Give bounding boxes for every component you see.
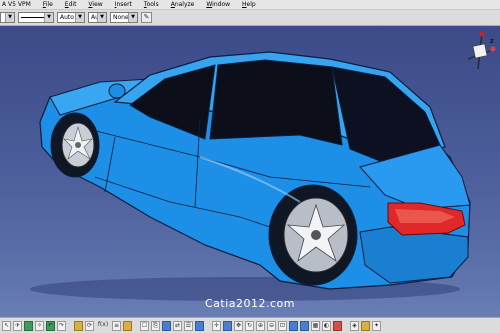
catalog-icon[interactable] [123, 320, 132, 331]
formula-icon[interactable]: f(x) [96, 321, 110, 331]
menu-bar: A V5 VPM File Edit View Insert Tools Ana… [0, 0, 500, 10]
layer-combo[interactable]: None ▼ [110, 12, 138, 23]
car-model [30, 51, 471, 301]
side-mirror [108, 83, 126, 99]
update-icon[interactable] [74, 320, 83, 331]
hide-show-icon[interactable] [162, 320, 171, 331]
menu-edit[interactable]: Edit [65, 0, 77, 9]
menu-file-rest: ile [45, 1, 53, 8]
menu-edit-rest: dit [68, 1, 77, 8]
axis-icon[interactable]: ✛ [212, 320, 221, 331]
sketch-icon[interactable] [24, 320, 33, 331]
bottom-toolbar: ↖ ✈ ✧ ↶ ↷ ⟳ f(x) ≡ ☐ ⎘ ⇄ ☰ ✛ ✥ ↻ ⊕ ⊖ ⊡ ▦… [0, 317, 500, 333]
undo-icon[interactable]: ↶ [46, 320, 55, 331]
apply-material-icon[interactable] [361, 320, 370, 331]
sync-icon[interactable] [195, 320, 204, 331]
paint-brush-icon[interactable]: ✎ [141, 12, 152, 23]
menu-file[interactable]: File [43, 0, 53, 9]
menu-insert[interactable]: Insert [115, 0, 132, 9]
zoom-in-icon[interactable]: ⊕ [256, 320, 265, 331]
graphic-properties-toolbar: ▼ ▼ Auto ▼ Aut ▼ None ▼ ✎ [0, 10, 500, 26]
menu-analyze-rest: nalyze [174, 1, 195, 8]
layer-value: None [113, 14, 129, 21]
menu-tools-rest: ools [146, 1, 159, 8]
menu-help-rest: elp [246, 1, 256, 8]
side-window-rear [209, 59, 343, 146]
knowledge-icon[interactable]: ≡ [112, 320, 121, 331]
material-icon[interactable]: ◈ [350, 320, 359, 331]
compass-icon[interactable] [460, 29, 498, 71]
copy-icon[interactable]: ⎘ [151, 320, 160, 331]
line-weight-combo[interactable]: Auto ▼ [57, 12, 85, 23]
line-type-auto-combo[interactable]: Aut ▼ [88, 12, 107, 23]
compass-axis-label: z [490, 37, 494, 45]
fit-all-icon[interactable] [223, 320, 232, 331]
chevron-down-icon: ▼ [97, 13, 106, 22]
swap-visible-icon[interactable] [333, 320, 342, 331]
chevron-down-icon: ▼ [5, 13, 14, 22]
chevron-down-icon: ▼ [75, 13, 84, 22]
pan-icon[interactable]: ✥ [234, 320, 243, 331]
color-combo[interactable]: ▼ [0, 12, 15, 23]
rear-wheel [268, 184, 358, 286]
fly-mode-icon[interactable]: ✈ [13, 320, 22, 331]
swap-icon[interactable]: ⇄ [173, 320, 182, 331]
line-type-combo[interactable]: ▼ [18, 12, 54, 23]
select-arrow-icon[interactable]: ↖ [2, 320, 11, 331]
menu-window[interactable]: Window [206, 0, 230, 9]
hide-icon[interactable]: ◐ [322, 320, 331, 331]
redo-icon[interactable]: ↷ [57, 320, 66, 331]
solid-line-icon [21, 17, 45, 18]
zoom-out-icon[interactable]: ⊖ [267, 320, 276, 331]
multi-view-icon[interactable]: ▦ [311, 320, 320, 331]
normal-view-icon[interactable]: ⊡ [278, 320, 287, 331]
menu-view[interactable]: View [88, 0, 102, 9]
menu-window-rest: indow [212, 1, 231, 8]
iso-view-icon[interactable] [289, 320, 298, 331]
refresh-icon[interactable]: ⟳ [85, 320, 94, 331]
menu-analyze[interactable]: Analyze [171, 0, 195, 9]
properties-icon[interactable]: ☰ [184, 320, 193, 331]
menu-tools[interactable]: Tools [144, 0, 159, 9]
chevron-down-icon: ▼ [44, 13, 53, 22]
watermark-text: Catia2012.com [204, 297, 295, 310]
3d-viewport[interactable]: z Catia2012.com [0, 27, 500, 317]
menu-help[interactable]: Help [242, 0, 256, 9]
app-title: A V5 VPM [2, 1, 31, 8]
render-icon[interactable]: ✦ [372, 320, 381, 331]
measure-icon[interactable]: ✧ [35, 320, 44, 331]
shading-icon[interactable] [300, 320, 309, 331]
clipboard-icon[interactable]: ☐ [140, 320, 149, 331]
chevron-down-icon: ▼ [128, 13, 137, 22]
line-weight-value: Auto [60, 14, 74, 21]
menu-insert-rest: nsert [116, 1, 132, 8]
rotate-icon[interactable]: ↻ [245, 320, 254, 331]
front-wheel [50, 112, 100, 178]
menu-view-rest: iew [92, 1, 103, 8]
